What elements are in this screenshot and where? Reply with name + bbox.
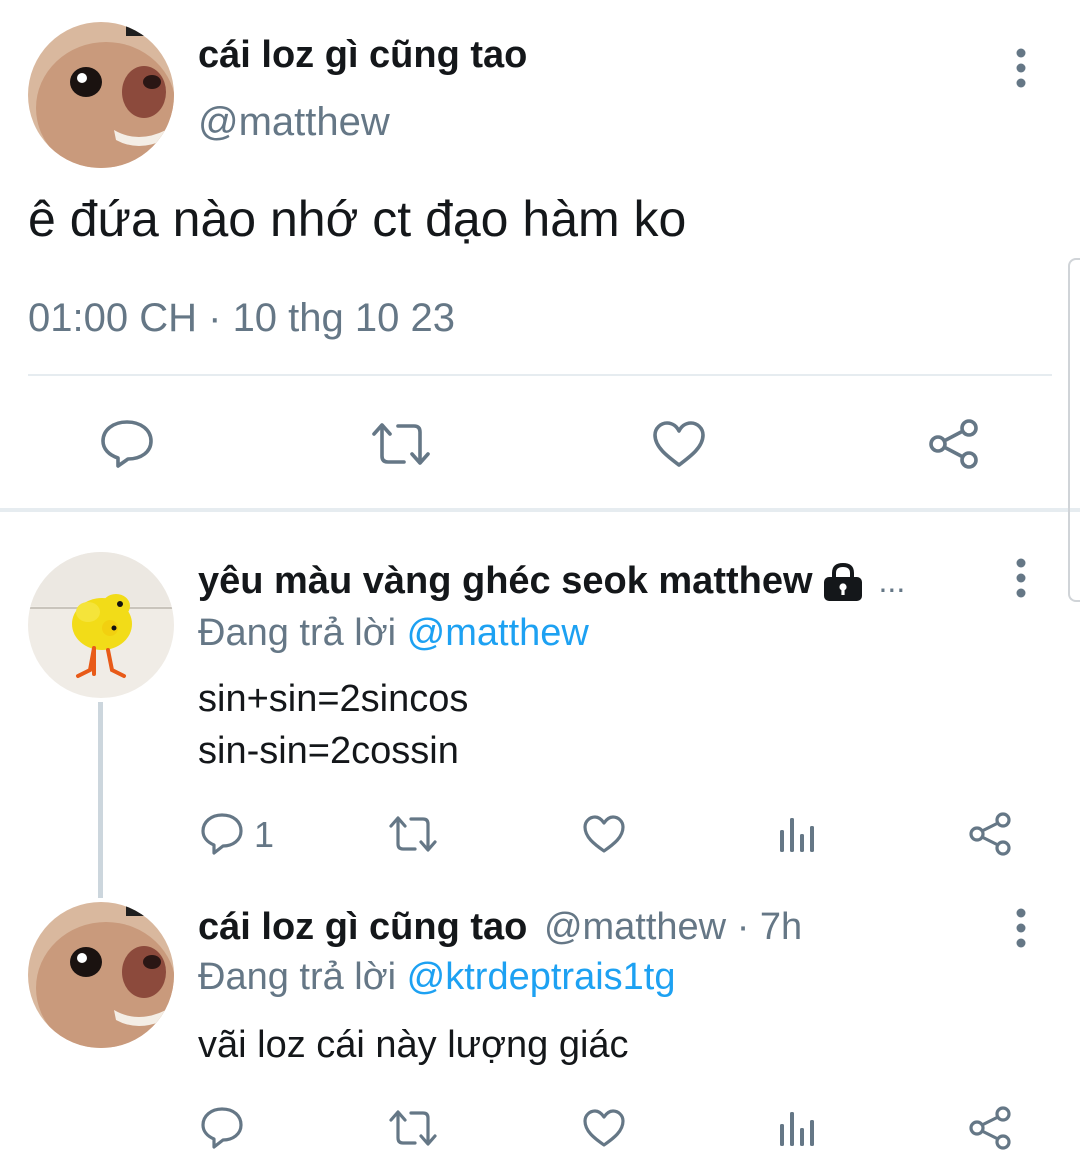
author-avatar[interactable] <box>28 22 174 168</box>
section-divider <box>0 508 1080 512</box>
reply2-time: 7h <box>759 906 803 948</box>
lock-icon <box>821 562 865 602</box>
retweet-icon[interactable] <box>388 814 438 854</box>
tweet-date: 10 thg 10 23 <box>232 296 455 340</box>
reply2-avatar[interactable] <box>28 902 174 1048</box>
reply2-header: cái loz gì cũng tao @matthew · 7h <box>198 906 802 949</box>
replying-to-line: Đang trả lời @matthew <box>198 612 589 655</box>
replying-prefix: Đang trả lời <box>198 956 397 998</box>
reply-author-name-text: yêu màu vàng ghéc seok matthew <box>198 560 813 602</box>
thread-line <box>98 702 103 898</box>
analytics-icon[interactable] <box>778 814 818 854</box>
reply2-more-options-icon[interactable] <box>1001 908 1041 948</box>
name-truncation: ... <box>878 563 906 599</box>
reply-avatar[interactable] <box>28 552 174 698</box>
reply-more-options-icon[interactable] <box>1001 558 1041 598</box>
like-icon[interactable] <box>582 814 626 854</box>
reply-count: 1 <box>254 814 275 855</box>
tweet-timestamp: 01:00 CH · 10 thg 10 23 <box>28 296 455 341</box>
analytics-icon[interactable] <box>778 1108 818 1148</box>
reply-icon[interactable] <box>100 418 154 470</box>
share-icon[interactable] <box>928 418 980 470</box>
retweet-icon[interactable] <box>388 1108 438 1148</box>
reply-text-line2: sin-sin=2cossin <box>198 730 459 772</box>
share-icon[interactable] <box>968 812 1012 856</box>
tweet-text: ê đứa nào nhớ ct đạo hàm ko <box>28 191 687 247</box>
replying-prefix: Đang trả lời <box>198 612 397 654</box>
like-icon[interactable] <box>582 1108 626 1148</box>
share-icon[interactable] <box>968 1106 1012 1150</box>
retweet-icon[interactable] <box>370 420 432 468</box>
tweet-time: 01:00 CH <box>28 296 197 340</box>
reply-text-line1: sin+sin=2sincos <box>198 678 469 720</box>
reply-icon[interactable] <box>200 1106 244 1150</box>
reply2-text: vãi loz cái này lượng giác <box>198 1024 629 1066</box>
replying-to-line: Đang trả lời @ktrdeptrais1tg <box>198 956 675 999</box>
divider <box>28 374 1052 376</box>
reply-author-name[interactable]: yêu màu vàng ghéc seok matthew ... <box>198 560 905 603</box>
scrollbar[interactable] <box>1068 258 1080 602</box>
replying-to-link[interactable]: @matthew <box>407 612 589 654</box>
author-name[interactable]: cái loz gì cũng tao <box>198 34 527 77</box>
replying-to-link[interactable]: @ktrdeptrais1tg <box>407 956 676 998</box>
author-handle[interactable]: @matthew <box>198 100 390 145</box>
reply2-author-name[interactable]: cái loz gì cũng tao <box>198 906 527 948</box>
reply-icon[interactable] <box>200 812 244 856</box>
separator-dot: · <box>208 296 222 340</box>
reply2-author-handle[interactable]: @matthew <box>544 906 726 948</box>
like-icon[interactable] <box>652 420 706 468</box>
separator-dot: · <box>736 906 750 948</box>
more-options-icon[interactable] <box>1001 48 1041 88</box>
